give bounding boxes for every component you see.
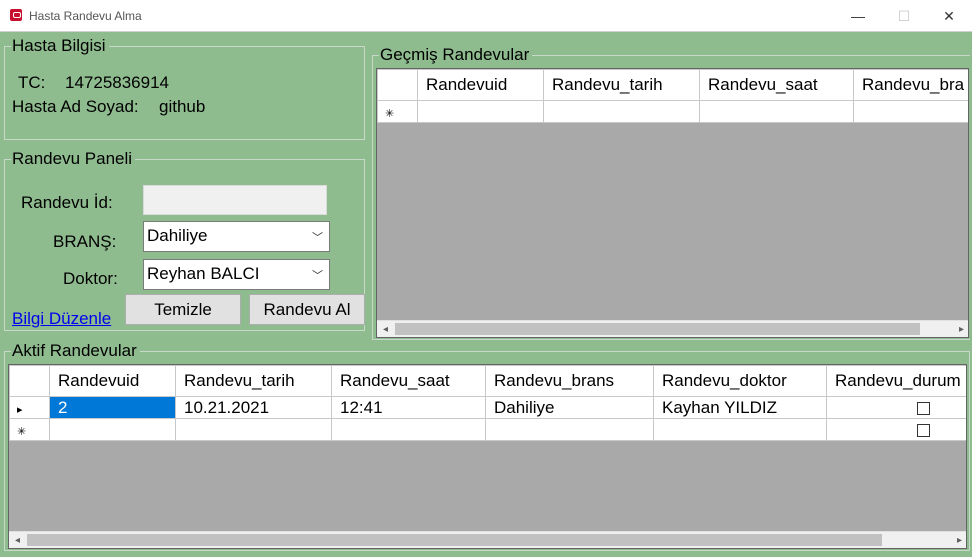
table-cell[interactable] (853, 100, 968, 123)
table-cell[interactable] (331, 418, 486, 441)
column-header[interactable]: Randevu_bra (853, 69, 968, 101)
appointment-id-field[interactable] (143, 185, 327, 215)
doctor-select[interactable]: Reyhan BALCI ﹀ (143, 259, 330, 290)
minimize-button[interactable]: — (835, 0, 881, 32)
title-bar: Hasta Randevu Alma — ☐ ✕ (0, 0, 972, 32)
patient-info-group: Hasta Bilgisi TC: 14725836914 Hasta Ad S… (4, 36, 365, 140)
book-appointment-button[interactable]: Randevu Al (249, 294, 365, 325)
branch-select[interactable]: Dahiliye ﹀ (143, 221, 330, 252)
app-calendar-icon (10, 9, 22, 21)
scroll-left-icon[interactable]: ◂ (9, 532, 26, 548)
table-cell[interactable] (417, 100, 544, 123)
table-cell[interactable] (485, 418, 654, 441)
table-cell-selected[interactable]: 2 (49, 396, 176, 419)
name-value: github (159, 97, 206, 116)
status-checkbox[interactable] (916, 423, 930, 437)
row-pointer-icon: ▸ (17, 403, 23, 416)
column-header[interactable]: Randevu_doktor (653, 365, 827, 397)
chevron-down-icon: ﹀ (312, 270, 323, 282)
table-cell[interactable] (49, 418, 176, 441)
table-row[interactable]: ▸ 2 10.21.2021 12:41 Dahiliye Kayhan YIL… (9, 396, 966, 419)
table-cell[interactable] (699, 100, 854, 123)
scroll-right-icon[interactable]: ▸ (953, 321, 968, 337)
new-row-marker: ✳ (377, 100, 418, 123)
new-row-icon: ✳ (385, 107, 395, 120)
table-cell[interactable]: Kayhan YILDIZ (653, 396, 827, 419)
table-row[interactable]: ✳ (377, 100, 968, 123)
new-row-icon: ✳ (17, 425, 27, 438)
past-appointments-group: Geçmiş Randevular Randevuid Randevu_tari… (372, 45, 970, 340)
column-header[interactable]: Randevuid (49, 365, 176, 397)
past-appointments-table: Randevuid Randevu_tarih Randevu_saat Ran… (377, 69, 968, 123)
close-button[interactable]: ✕ (926, 0, 972, 32)
tc-value: 14725836914 (65, 73, 170, 92)
table-cell[interactable]: Dahiliye (485, 396, 654, 419)
column-header[interactable]: Randevu_tarih (543, 69, 700, 101)
scrollbar-thumb[interactable] (27, 534, 882, 546)
appointment-id-label: Randevu İd: (21, 193, 113, 212)
table-header-row: Randevuid Randevu_tarih Randevu_saat Ran… (377, 69, 968, 101)
doctor-selected-value: Reyhan BALCI (147, 264, 260, 283)
column-header[interactable]: Randevuid (417, 69, 544, 101)
current-row-marker: ▸ (9, 396, 50, 419)
window-title: Hasta Randevu Alma (29, 9, 142, 23)
patient-info-title: Hasta Bilgisi (11, 36, 109, 56)
branch-label: BRANŞ: (53, 232, 117, 251)
table-cell[interactable] (175, 418, 332, 441)
name-label: Hasta Ad Soyad: (12, 97, 139, 116)
row-header-corner (9, 365, 50, 397)
scroll-right-icon[interactable]: ▸ (951, 532, 966, 548)
table-cell[interactable] (653, 418, 827, 441)
scroll-left-icon[interactable]: ◂ (377, 321, 394, 337)
active-appointments-group: Aktif Randevular Randevuid Randevu_tarih… (4, 341, 970, 551)
column-header[interactable]: Randevu_saat (331, 365, 486, 397)
past-grid-horizontal-scrollbar[interactable]: ◂ ▸ (377, 320, 968, 337)
maximize-button: ☐ (897, 7, 911, 24)
column-header[interactable]: Randevu_saat (699, 69, 854, 101)
column-header[interactable]: Randevu_durum (826, 365, 966, 397)
row-header-corner (377, 69, 418, 101)
table-cell[interactable] (543, 100, 700, 123)
column-header[interactable]: Randevu_brans (485, 365, 654, 397)
branch-selected-value: Dahiliye (147, 226, 208, 245)
edit-info-link[interactable]: Bilgi Düzenle (12, 309, 111, 329)
past-appointments-grid[interactable]: Randevuid Randevu_tarih Randevu_saat Ran… (376, 68, 969, 338)
appointment-panel-title: Randevu Paneli (11, 149, 136, 169)
doctor-label: Doktor: (63, 269, 118, 288)
status-checkbox-cell[interactable] (826, 396, 966, 419)
chevron-down-icon: ﹀ (312, 232, 323, 244)
active-appointments-grid[interactable]: Randevuid Randevu_tarih Randevu_saat Ran… (8, 364, 967, 549)
column-header[interactable]: Randevu_tarih (175, 365, 332, 397)
appointment-panel-group: Randevu Paneli Randevu İd: BRANŞ: Dahili… (4, 149, 365, 331)
table-header-row: Randevuid Randevu_tarih Randevu_saat Ran… (9, 365, 966, 397)
active-grid-horizontal-scrollbar[interactable]: ◂ ▸ (9, 531, 966, 548)
status-checkbox[interactable] (916, 401, 930, 415)
scrollbar-thumb[interactable] (395, 323, 920, 335)
table-cell[interactable]: 10.21.2021 (175, 396, 332, 419)
active-appointments-title: Aktif Randevular (11, 341, 140, 361)
tc-label: TC: (18, 73, 46, 92)
new-row-marker: ✳ (9, 418, 50, 441)
active-appointments-table: Randevuid Randevu_tarih Randevu_saat Ran… (9, 365, 966, 441)
clear-button[interactable]: Temizle (125, 294, 241, 325)
past-appointments-title: Geçmiş Randevular (379, 45, 533, 65)
table-cell[interactable]: 12:41 (331, 396, 486, 419)
table-row[interactable]: ✳ (9, 418, 966, 441)
status-checkbox-cell[interactable] (826, 418, 966, 441)
